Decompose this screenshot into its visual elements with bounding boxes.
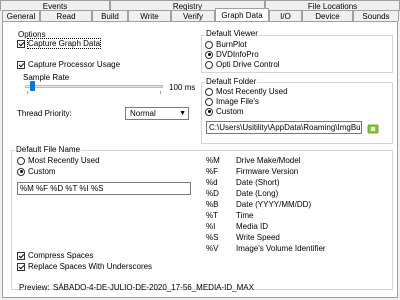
radio-button[interactable] [205,87,213,96]
file-name-option-label: Most Recently Used [28,156,100,165]
legend-desc: Time [236,211,254,220]
compress-spaces-label: Compress Spaces [28,251,94,260]
legend-code: %M [206,156,220,165]
radio-button[interactable] [17,167,25,176]
file-name-option-custom[interactable]: Custom [17,167,56,176]
tab-sounds[interactable]: Sounds [353,10,399,21]
tab-build[interactable]: Build [92,10,128,21]
file-name-pattern-input[interactable]: %M %F %D %T %I %S [17,182,191,195]
legend-code: %V [206,244,219,253]
preview-label: Preview: [19,283,50,292]
default-viewer-title: Default Viewer [205,29,259,38]
folder-option-custom[interactable]: Custom [205,107,244,116]
replace-spaces-checkbox[interactable]: Replace Spaces With Underscores [17,262,152,271]
capture-graph-data-checkbox[interactable]: Capture Graph Data [17,38,102,49]
tab-verify[interactable]: Verify [171,10,215,21]
preview-value: SÁBADO-4-DE-JULIO-DE-2020_17-56_MEDIA-ID… [53,283,254,292]
tab-read[interactable]: Read [40,10,92,21]
viewer-option-label: Opti Drive Control [216,60,280,69]
radio-button[interactable] [205,107,213,116]
legend-code: %B [206,200,219,209]
replace-spaces-label: Replace Spaces With Underscores [28,262,153,271]
tab-io[interactable]: I/O [269,10,302,21]
capture-graph-data-label: Capture Graph Data [26,38,102,49]
legend-desc: Write Speed [236,233,280,242]
legend-code: %S [206,233,219,242]
checkbox-box[interactable] [17,262,25,271]
folder-option-label: Custom [216,107,244,116]
tab-graph-data[interactable]: Graph Data [215,8,269,21]
legend-desc: Date (Long) [236,189,279,198]
checkbox-box[interactable] [17,251,25,260]
file-name-option-label: Custom [28,167,56,176]
file-name-option-most-recently-used[interactable]: Most Recently Used [17,156,100,165]
thread-priority-label: Thread Priority: [17,109,72,118]
legend-code: %T [206,211,218,220]
checkbox-box[interactable] [17,60,25,69]
thread-priority-value: Normal [130,109,156,118]
compress-spaces-checkbox[interactable]: Compress Spaces [17,251,93,260]
viewer-option-dvdinfopro[interactable]: DVDInfoPro [205,50,259,59]
viewer-option-label: BurnPlot [216,40,247,49]
slider-tick [160,91,161,94]
checkbox-box[interactable] [17,39,25,48]
folder-option-label: Most Recently Used [216,87,288,96]
sample-rate-slider-track[interactable] [25,85,163,88]
viewer-option-opti-drive-control[interactable]: Opti Drive Control [205,60,280,69]
chevron-down-icon: ▼ [179,110,186,117]
tab-row-bottom: General Read Build Write Verify Graph Da… [0,8,400,21]
viewer-option-label: DVDInfoPro [216,50,259,59]
folder-option-image-files[interactable]: Image File's [205,97,259,106]
legend-desc: Firmware Version [236,167,299,176]
tab-general[interactable]: General [2,10,40,21]
capture-processor-usage-checkbox[interactable]: Capture Processor Usage [17,60,120,69]
legend-code: %d [206,178,218,187]
slider-tick [27,91,28,94]
default-file-name-title: Default File Name [15,145,82,154]
folder-option-label: Image File's [216,97,259,106]
radio-button[interactable] [17,156,25,165]
default-folder-path-input[interactable]: C:\Users\Usitility\AppData\Roaming\ImgBu… [206,121,362,134]
legend-desc: Date (YYYY/MM/DD) [236,200,312,209]
radio-button[interactable] [205,97,213,106]
options-group-title: Options [17,30,47,39]
graph-data-panel: Options Capture Graph Data Capture Proce… [2,21,398,298]
capture-processor-usage-label: Capture Processor Usage [28,60,121,69]
tab-device[interactable]: Device [302,10,353,21]
legend-desc: Image's Volume Identifier [236,244,326,253]
browse-folder-button[interactable] [367,122,379,134]
folder-option-most-recently-used[interactable]: Most Recently Used [205,87,288,96]
legend-desc: Media ID [236,222,269,231]
radio-button[interactable] [205,50,213,59]
sample-rate-slider-thumb[interactable] [30,81,36,91]
legend-code: %F [206,167,218,176]
default-folder-title: Default Folder [205,77,258,86]
legend-desc: Date (Short) [236,178,280,187]
radio-button[interactable] [205,60,213,69]
thread-priority-select[interactable]: Normal ▼ [125,107,189,120]
radio-button[interactable] [205,40,213,49]
viewer-option-burnplot[interactable]: BurnPlot [205,40,247,49]
legend-code: %I [206,222,216,231]
folder-icon [367,124,379,134]
legend-code: %D [206,189,219,198]
tab-write[interactable]: Write [128,10,171,21]
legend-desc: Drive Make/Model [236,156,301,165]
sample-rate-value: 100 ms [169,83,196,92]
